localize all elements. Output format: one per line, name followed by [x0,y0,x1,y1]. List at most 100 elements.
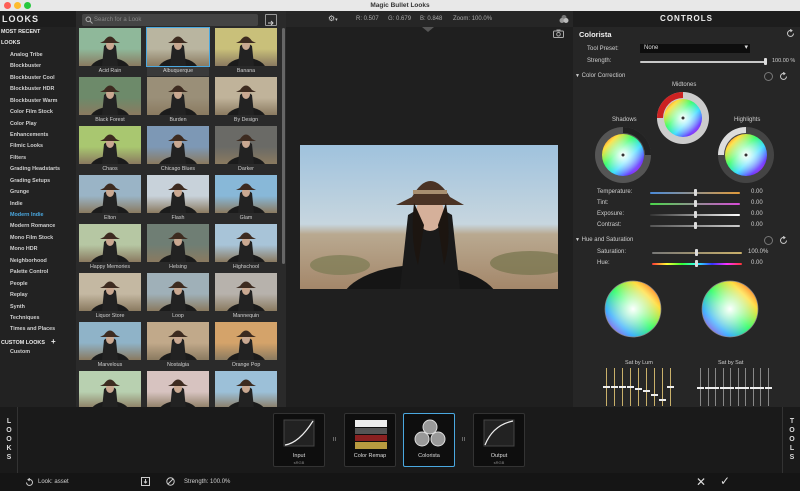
undo-icon[interactable] [25,478,34,487]
tool-name: Colorista [579,30,612,39]
tools-drawer-tab[interactable]: TOOLS [782,407,800,473]
saturation-slider-handle[interactable] [695,249,698,256]
save-look-icon[interactable] [141,477,150,486]
thumbnail-scrollbar[interactable] [282,28,285,264]
look-thumbnail[interactable]: Mannequin [215,273,277,321]
reset-tool-icon[interactable] [786,29,795,38]
slider-handle[interactable] [693,222,697,229]
look-thumbnail[interactable]: Acid Rain [79,28,141,76]
look-thumbnail[interactable]: Glam [215,175,277,223]
highlights-wheel[interactable] [718,127,774,183]
slider-handle[interactable] [693,211,697,218]
slider-handle[interactable] [693,200,697,207]
strength-slider-handle[interactable] [763,58,767,65]
category-item[interactable]: Blockbuster HDR [0,84,76,95]
hue-saturation-header[interactable]: ▼ Hue and Saturation [575,237,633,243]
category-item[interactable]: Custom [0,347,76,358]
look-thumbnail-image [215,273,277,311]
look-thumbnail[interactable]: Albuquerque [146,27,210,76]
look-thumbnail[interactable] [215,371,277,407]
pipeline-tool[interactable]: Input sRGB [273,413,325,467]
category-item[interactable]: Modern Indie [0,210,76,221]
category-item[interactable]: Mono Film Stock [0,233,76,244]
category-item[interactable]: Modern Romance [0,221,76,232]
drawer-label-letter: O [789,427,795,434]
pipeline-tool[interactable]: Color Remap [344,413,396,467]
cancel-button[interactable]: ✕ [696,475,706,489]
midtones-wheel[interactable] [657,92,709,144]
look-thumbnail[interactable]: Darker [215,126,277,174]
pipeline-tool[interactable]: Output sRGB [473,413,525,467]
category-item[interactable]: Color Play [0,119,76,130]
reset-icon[interactable] [779,236,788,245]
category-item[interactable]: Grading Setups [0,176,76,187]
category-item[interactable]: Indie [0,199,76,210]
category-item[interactable]: Analog Tribe [0,50,76,61]
camera-icon[interactable] [553,29,564,38]
category-item[interactable]: Blockbuster Warm [0,96,76,107]
category-section[interactable]: CUSTOM LOOKS + [0,336,76,347]
category-item[interactable]: Blockbuster Cool [0,73,76,84]
category-item[interactable]: Grading Headstarts [0,164,76,175]
category-item[interactable]: Synth [0,302,76,313]
tool-preset-select[interactable]: None ▾ [640,44,750,53]
strength-slider[interactable] [640,61,765,63]
category-section[interactable]: LOOKS [0,38,76,49]
look-thumbnail[interactable]: By Design [215,77,277,125]
category-item[interactable]: Palette Control [0,267,76,278]
look-thumbnail[interactable]: Orange Pop [215,322,277,370]
add-custom-look-icon[interactable]: + [51,337,56,346]
search-input[interactable]: Search for a Look [82,14,258,26]
look-thumbnail[interactable]: Flash [147,175,209,223]
color-channels-icon[interactable] [559,14,569,24]
look-thumbnail[interactable]: Elton [79,175,141,223]
look-thumbnail[interactable]: Loop [147,273,209,321]
preview-image[interactable] [300,145,558,289]
look-thumbnail[interactable] [147,371,209,407]
look-thumbnail[interactable]: Nostalgia [147,322,209,370]
category-item[interactable]: Techniques [0,313,76,324]
view-toggle-icon[interactable] [764,236,773,245]
bypass-icon[interactable] [166,477,175,486]
category-label: Blockbuster HDR [10,86,55,93]
saturation-wheel[interactable] [701,280,759,338]
look-thumbnail-image [79,28,141,66]
category-item[interactable]: Mono HDR [0,244,76,255]
curve-icon [283,419,315,447]
look-thumbnail[interactable]: Black Forest [79,77,141,125]
look-thumbnail[interactable]: Liquor Store [79,273,141,321]
category-section[interactable]: MOST RECENT [0,27,76,38]
category-item[interactable]: Neighborhood [0,256,76,267]
category-item[interactable]: Blockbuster [0,61,76,72]
export-look-button[interactable] [265,14,277,26]
look-thumbnail[interactable]: Helsing [147,224,209,272]
category-item[interactable]: Filmic Looks [0,141,76,152]
look-thumbnail[interactable]: Chaos [79,126,141,174]
view-settings-button[interactable]: ⚙▾ [328,14,338,23]
hue-slider-handle[interactable] [695,260,698,267]
look-thumbnail[interactable]: Happy Memories [79,224,141,272]
category-item[interactable]: Filters [0,153,76,164]
category-label: Filmic Looks [10,143,43,150]
reset-icon[interactable] [779,72,788,81]
look-thumbnail[interactable]: Chicago Blues [147,126,209,174]
category-item[interactable]: People [0,279,76,290]
category-item[interactable]: Times and Places [0,324,76,335]
look-thumbnail[interactable] [79,371,141,407]
look-thumbnail[interactable]: Marvelous [79,322,141,370]
pipeline-tool[interactable]: Colorista [403,413,455,467]
category-item[interactable]: Color Film Stock [0,107,76,118]
slider-handle[interactable] [693,189,697,196]
looks-drawer-tab[interactable]: LOOKS [0,407,18,473]
category-item[interactable]: Grunge [0,187,76,198]
shadows-wheel[interactable] [595,127,651,183]
category-item[interactable]: Enhancements [0,130,76,141]
hue-shift-wheel[interactable] [604,280,662,338]
look-thumbnail[interactable]: Burden [147,77,209,125]
look-thumbnail[interactable]: Highschool [215,224,277,272]
color-correction-header[interactable]: ▼ Color Correction [575,73,625,79]
category-item[interactable]: Replay [0,290,76,301]
look-thumbnail[interactable]: Banana [215,28,277,76]
view-toggle-icon[interactable] [764,72,773,81]
apply-button[interactable]: ✓ [720,474,730,488]
